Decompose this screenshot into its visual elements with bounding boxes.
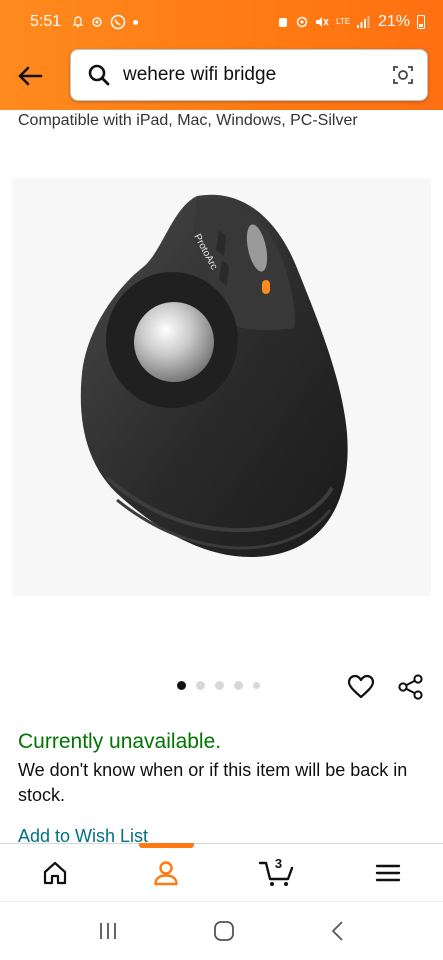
app-notification-icon [92,17,102,27]
image-pager[interactable] [177,681,260,690]
availability-status: Currently unavailable. [18,730,222,753]
network-type-label: LTE [335,17,351,26]
pager-dot-2[interactable] [196,681,205,690]
home-system-icon[interactable] [213,920,235,942]
wishlist-heart-icon[interactable] [347,674,375,700]
home-icon [44,861,67,884]
product-title-text: Compatible with iPad, Mac, Windows, PC-S… [18,112,358,129]
pager-dot-5[interactable] [253,682,260,689]
search-input[interactable]: wehere wifi bridge [70,49,428,101]
app-header: 5:51 LTE 21% wehere wifi bridge [0,0,443,110]
availability-message: We don't know when or if this item will … [18,760,408,805]
nav-cart[interactable]: 3 [222,844,333,901]
camera-search-icon[interactable] [391,63,415,87]
nav-account[interactable] [111,843,222,901]
bottom-nav: 3 [0,843,443,901]
signal-icon [356,16,370,28]
status-time: 5:51 [30,13,62,30]
product-title-clipped-line [18,100,438,110]
bell-icon [72,16,84,28]
more-notifications-dot [133,19,139,25]
product-image[interactable]: ProtoArc [12,178,431,596]
mute-icon [315,17,329,27]
add-to-wish-list-link[interactable]: Add to Wish List [18,826,148,842]
back-button[interactable] [0,48,60,104]
share-icon[interactable] [398,674,424,700]
back-arrow-icon [18,66,43,86]
pager-dot-1[interactable] [177,681,186,690]
alarm-icon [278,18,287,27]
product-title: Compatible with iPad, Mac, Windows, PC-S… [18,100,438,132]
pager-dot-3[interactable] [215,681,224,690]
clock-icon [296,16,308,28]
whatsapp-icon [110,14,126,30]
battery-percentage: 21% [377,13,410,30]
pager-dot-4[interactable] [234,681,243,690]
status-bar: 5:51 LTE 21% [0,0,443,44]
nav-home[interactable] [0,844,111,901]
system-navigation-bar [0,901,443,960]
account-icon [154,860,178,885]
back-system-icon[interactable] [330,920,346,942]
search-icon [88,64,110,86]
battery-icon [417,15,425,29]
nav-menu[interactable] [332,844,443,901]
hamburger-menu-icon [375,864,400,881]
search-query: wehere wifi bridge [123,64,277,85]
trackball-mouse-image: ProtoArc [80,194,348,558]
cart-count-badge: 3 [274,856,283,871]
recent-apps-icon[interactable] [97,921,119,941]
